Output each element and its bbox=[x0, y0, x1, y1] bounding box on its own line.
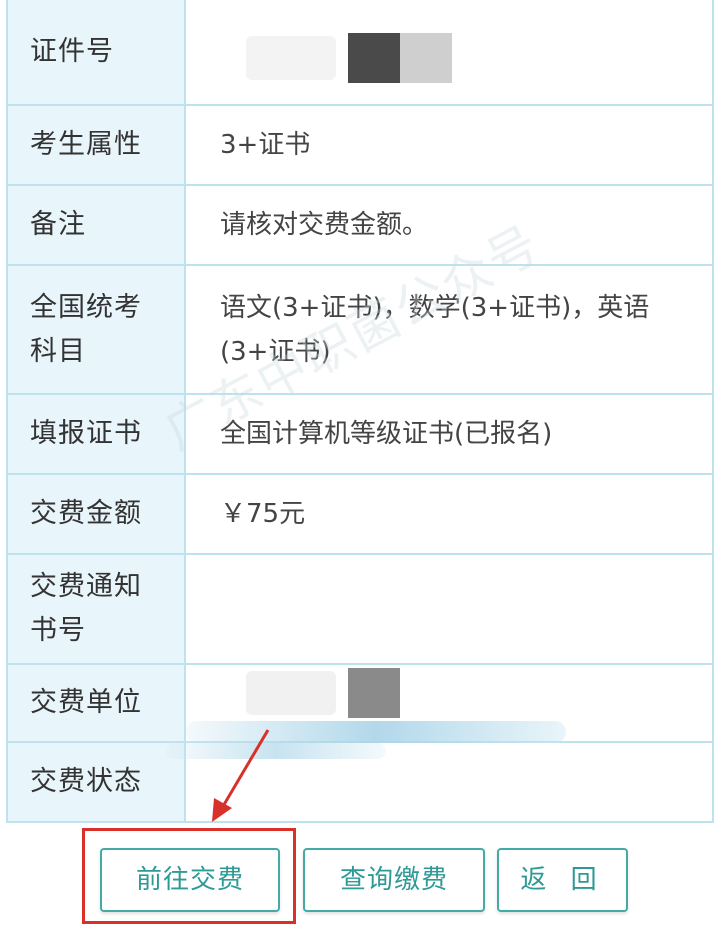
table-row: 交费通知书号 bbox=[8, 553, 712, 663]
table-row: 交费单位 bbox=[8, 663, 712, 743]
table-row: 全国统考科目 语文(3+证书)，数学(3+证书)，英语(3+证书) bbox=[8, 264, 712, 393]
redaction-streak bbox=[186, 721, 566, 743]
table-row: 备注 请核对交费金额。 bbox=[8, 184, 712, 264]
info-table: 证件号 考生属性 3+证书 备注 请核对交费金额。 全国统考科目 语文(3+证书… bbox=[6, 0, 714, 823]
row-value bbox=[166, 743, 712, 821]
row-label: 考生属性 bbox=[8, 106, 186, 184]
row-value-id-number bbox=[186, 0, 712, 104]
redaction-blur bbox=[246, 36, 336, 80]
table-row: 交费状态 bbox=[8, 741, 712, 821]
go-pay-button[interactable]: 前往交费 bbox=[100, 848, 280, 912]
table-row: 填报证书 全国计算机等级证书(已报名) bbox=[8, 393, 712, 473]
table-row: 考生属性 3+证书 bbox=[8, 104, 712, 184]
row-value: ￥75元 bbox=[220, 499, 306, 529]
row-label: 交费通知书号 bbox=[8, 555, 186, 663]
row-value: 请核对交费金额。 bbox=[220, 210, 429, 240]
row-label: 证件号 bbox=[8, 0, 186, 104]
redaction-block bbox=[348, 33, 400, 83]
row-label: 交费金额 bbox=[8, 475, 186, 553]
row-value bbox=[186, 555, 712, 663]
table-row: 证件号 bbox=[8, 0, 712, 104]
redaction-block bbox=[400, 33, 452, 83]
back-button[interactable]: 返 回 bbox=[497, 848, 628, 912]
row-label: 备注 bbox=[8, 186, 186, 264]
redaction-streak bbox=[166, 743, 386, 759]
row-label: 全国统考科目 bbox=[8, 266, 186, 393]
table-row: 交费金额 ￥75元 bbox=[8, 473, 712, 553]
row-label: 交费单位 bbox=[8, 665, 186, 741]
row-label: 交费状态 bbox=[8, 743, 186, 821]
row-value: 全国计算机等级证书(已报名) bbox=[220, 419, 553, 449]
row-value: 语文(3+证书)，数学(3+证书)，英语(3+证书) bbox=[220, 292, 650, 367]
payment-info-page: 证件号 考生属性 3+证书 备注 请核对交费金额。 全国统考科目 语文(3+证书… bbox=[0, 0, 722, 937]
query-payment-button[interactable]: 查询缴费 bbox=[303, 848, 485, 912]
row-label: 填报证书 bbox=[8, 395, 186, 473]
redaction-blur bbox=[246, 671, 336, 715]
action-bar: 前往交费 查询缴费 返 回 bbox=[0, 828, 722, 928]
row-value-payee bbox=[186, 665, 712, 743]
redaction-block bbox=[348, 668, 400, 718]
row-value: 3+证书 bbox=[220, 130, 311, 160]
